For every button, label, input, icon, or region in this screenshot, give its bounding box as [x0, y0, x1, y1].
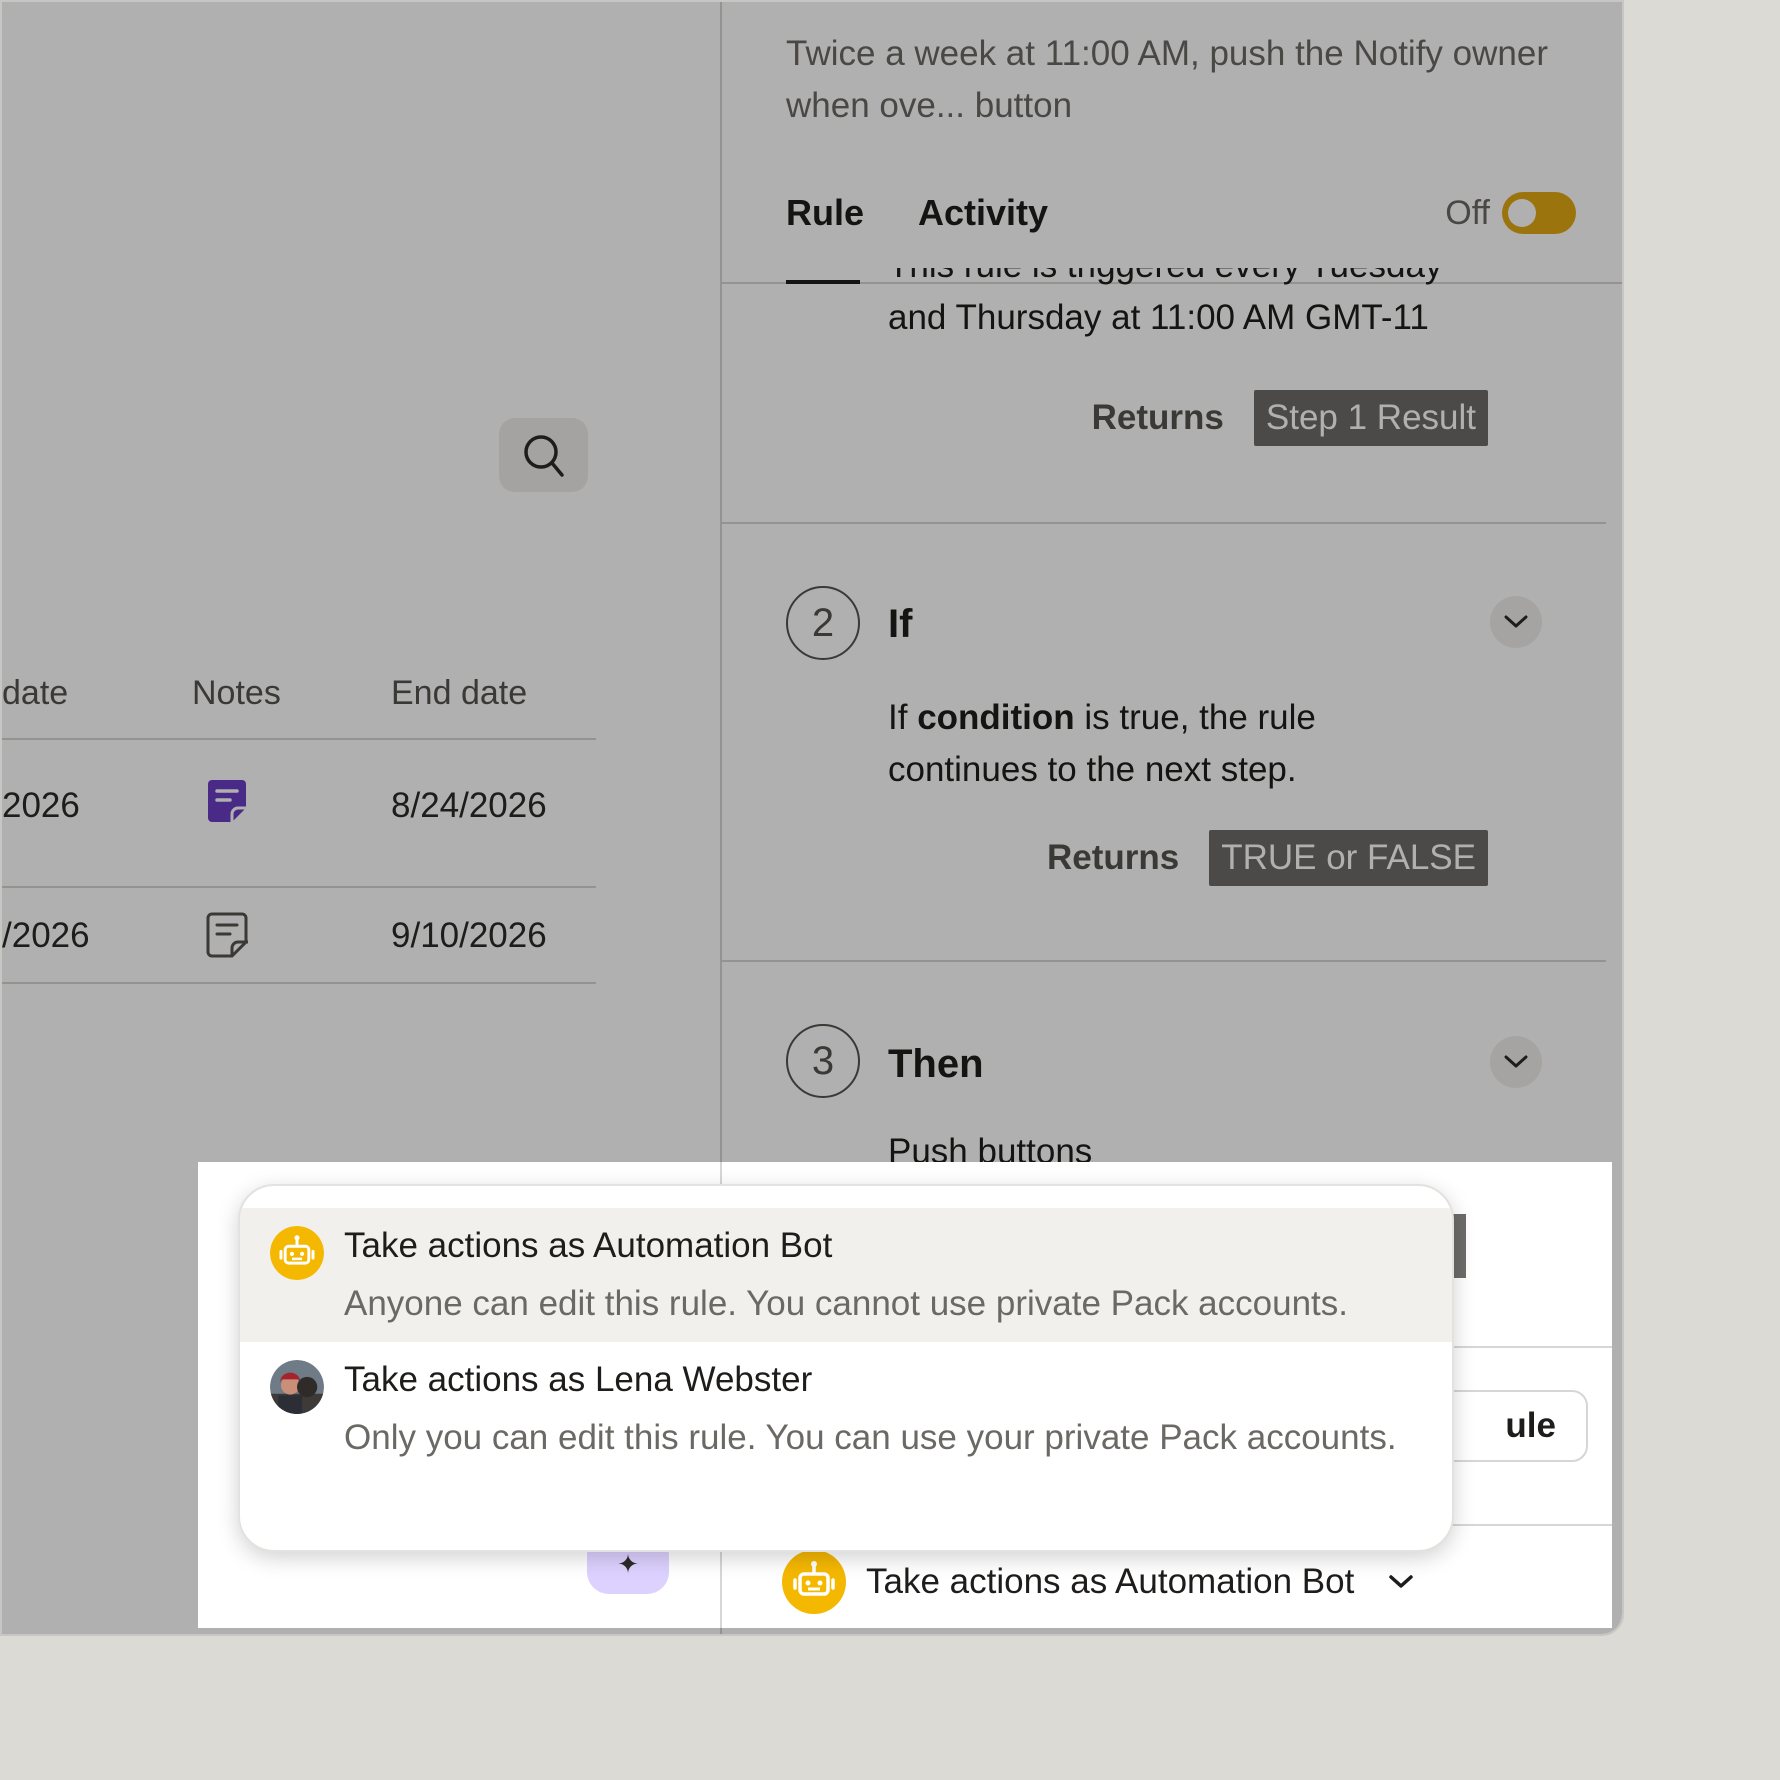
menu-option-lena-webster[interactable]: Take actions as Lena Webster Only you ca…	[240, 1342, 1452, 1532]
actor-select-label: Take actions as Automation Bot	[866, 1562, 1355, 1601]
save-rule-button[interactable]: ule	[1436, 1390, 1588, 1462]
app-window: date Notes End date 2026 8/24/2026 /2026	[0, 0, 1624, 1636]
user-avatar	[270, 1360, 324, 1414]
save-rule-label: ule	[1505, 1406, 1556, 1445]
robot-icon	[782, 1550, 846, 1614]
robot-icon	[270, 1226, 324, 1280]
option-title: Take actions as Lena Webster	[344, 1360, 813, 1399]
option-description: Only you can edit this rule. You can use…	[344, 1418, 1397, 1457]
actor-select[interactable]: Take actions as Automation Bot	[782, 1550, 1414, 1614]
option-description: Anyone can edit this rule. You cannot us…	[344, 1284, 1348, 1323]
chevron-down-icon	[1389, 1575, 1414, 1588]
sparkle-icon: ✦	[617, 1548, 639, 1579]
option-title: Take actions as Automation Bot	[344, 1226, 833, 1265]
actor-menu: Take actions as Automation Bot Anyone ca…	[238, 1184, 1454, 1552]
menu-option-automation-bot[interactable]: Take actions as Automation Bot Anyone ca…	[240, 1208, 1452, 1342]
